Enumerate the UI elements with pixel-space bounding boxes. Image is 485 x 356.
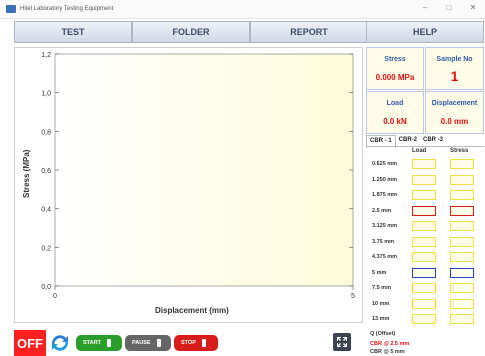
title-bar: Hitel Laboratory Testing Equipment – □ ✕: [0, 0, 485, 19]
sample-box: Sample No 1: [425, 47, 484, 90]
row-label: 13 mm: [372, 316, 390, 322]
load-cell: [412, 298, 436, 309]
load-cell: [412, 159, 436, 169]
y-tick-label: 0,2: [41, 245, 51, 252]
pause-toggle-icon: [154, 337, 163, 349]
load-cell: [412, 267, 436, 278]
row-label: 1.875 mm: [372, 192, 398, 198]
displacement-value: 0.0 mm: [440, 117, 469, 126]
stress-cell: [450, 283, 474, 293]
chart-canvas: Displacement (mm) Stress (MPa) 0,0 0,2 0,4…: [22, 52, 355, 315]
y-tick-label: 1,0: [41, 91, 51, 98]
pause-label: PAUSE: [132, 340, 151, 346]
row-label: 0.625 mm: [372, 161, 398, 167]
report-button[interactable]: REPORT: [250, 21, 368, 43]
y-tick-label: 0,4: [41, 207, 51, 214]
start-toggle-icon: [104, 337, 113, 349]
stress-cell: [450, 298, 474, 309]
y-tick-label: 0,8: [41, 129, 51, 136]
stress-value: 0.000 MPa: [375, 73, 415, 82]
plot-area: [54, 53, 354, 287]
stress-cell: [450, 174, 474, 185]
stress-cell: [450, 267, 474, 278]
tab-divider: [366, 146, 484, 147]
stress-cell: [450, 221, 474, 231]
row-label: 4.375 mm: [372, 254, 398, 260]
row-label: 7.5 mm: [372, 285, 391, 291]
start-button[interactable]: START: [76, 335, 122, 351]
stress-cell: [450, 252, 474, 262]
stress-column-header: Stress: [450, 148, 469, 154]
cbr-2-5-label: CBR @ 2.5 mm: [370, 341, 410, 347]
stress-cell: [450, 159, 474, 169]
stress-cell: [450, 314, 474, 324]
sample-value: 1: [450, 68, 459, 84]
stop-label: STOP: [181, 340, 196, 346]
menu-bar: TEST FOLDER REPORT: [14, 21, 368, 45]
test-button[interactable]: TEST: [14, 21, 132, 43]
stop-toggle-icon: [199, 337, 208, 349]
off-button[interactable]: OFF: [14, 330, 46, 356]
y-tick-label: 1,2: [41, 52, 51, 59]
y-tick-label: 0,6: [41, 168, 51, 175]
stress-cell: [450, 205, 474, 216]
app-icon: [6, 5, 16, 13]
expand-icon[interactable]: [333, 333, 351, 351]
displacement-box: Displacement 0.0 mm: [425, 91, 484, 134]
stop-button[interactable]: STOP: [174, 335, 218, 351]
load-label: Load: [386, 100, 404, 107]
load-cell: [412, 314, 436, 324]
minimize-button[interactable]: –: [419, 3, 431, 12]
load-value: 0.0 kN: [383, 117, 407, 126]
maximize-button[interactable]: □: [443, 3, 455, 12]
row-label: 3.125 mm: [372, 223, 398, 229]
row-label: 5 mm: [372, 269, 387, 276]
sample-label: Sample No: [436, 56, 473, 63]
load-cell: [412, 221, 436, 231]
stress-box: Stress 0.000 MPa: [366, 47, 424, 90]
pause-button[interactable]: PAUSE: [125, 335, 171, 351]
row-label: 3.75 mm: [372, 238, 395, 245]
close-button[interactable]: ✕: [467, 3, 479, 12]
stress-cell: [450, 190, 474, 200]
load-cell: [412, 190, 436, 200]
cbr-5-label: CBR @ 5 mm: [370, 349, 405, 355]
window-title: Hitel Laboratory Testing Equipment: [20, 6, 114, 12]
load-cell: [412, 252, 436, 262]
x-tick-label: 0: [53, 293, 57, 300]
help-button[interactable]: HELP: [366, 21, 484, 43]
x-axis-label: Displacement (mm): [155, 306, 229, 315]
x-tick-label: 5: [351, 293, 355, 300]
start-label: START: [83, 340, 101, 346]
load-column-header: Load: [412, 148, 427, 154]
row-label: 2.5 mm: [372, 207, 391, 214]
load-cell: [412, 283, 436, 293]
load-cell: [412, 174, 436, 185]
load-box: Load 0.0 kN: [366, 91, 424, 134]
load-cell: [412, 205, 436, 216]
folder-button[interactable]: FOLDER: [132, 21, 250, 43]
stress-displacement-chart: Displacement (mm) Stress (MPa) 0,0 0,2 0,4…: [14, 47, 363, 323]
stress-cell: [450, 236, 474, 247]
sync-icon[interactable]: [49, 332, 71, 354]
control-bar: OFF START PAUSE STOP: [14, 326, 363, 356]
window-controls: – □ ✕: [419, 3, 479, 12]
stress-label: Stress: [384, 56, 406, 63]
row-label: 10 mm: [372, 300, 390, 307]
row-label: 1.250 mm: [372, 176, 398, 183]
y-tick-label: 0,0: [41, 284, 51, 291]
y-axis-label: Stress (MPa): [22, 149, 31, 198]
results-panel: Stress 0.000 MPa Sample No 1 Load 0.0 kN…: [366, 47, 484, 356]
q-offset-label: Q (Offset): [370, 331, 396, 337]
load-cell: [412, 236, 436, 247]
displacement-label: Displacement: [431, 100, 478, 107]
